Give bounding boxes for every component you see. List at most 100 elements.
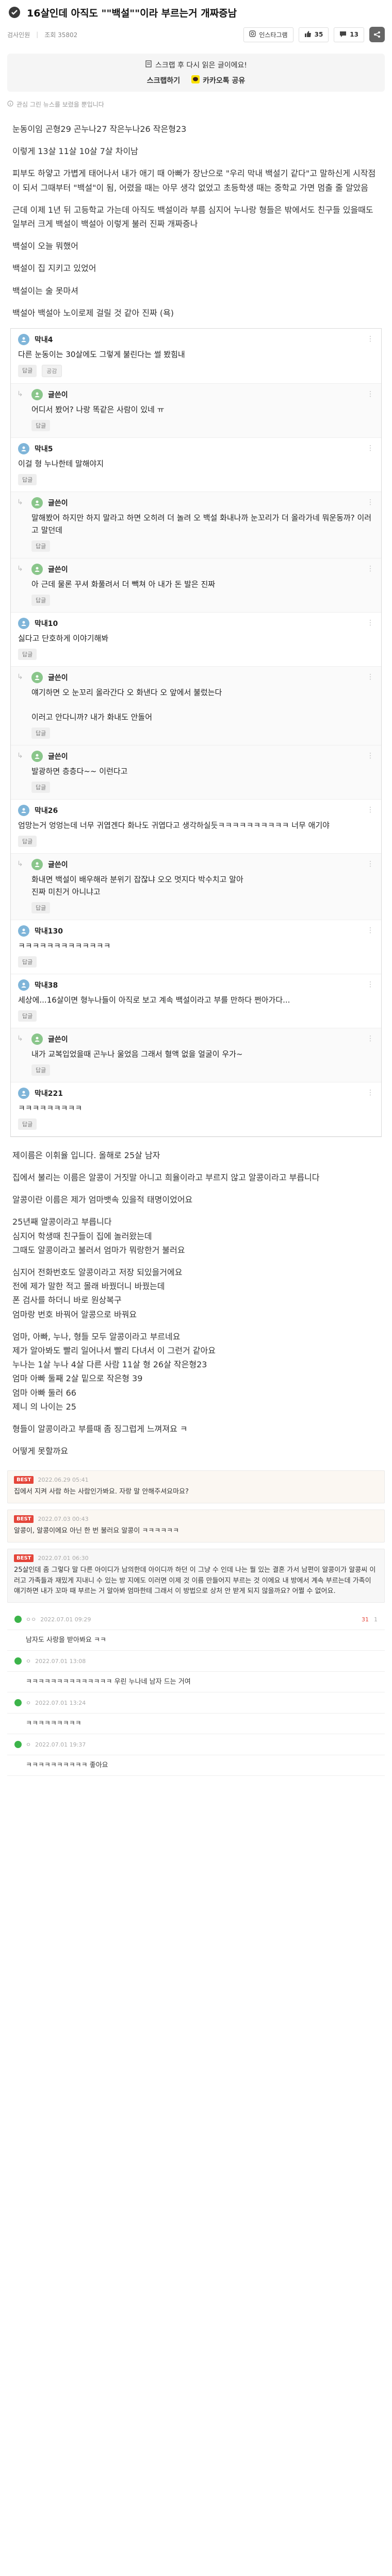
reply-button[interactable]: 답글 <box>31 419 51 431</box>
reply-dislike-count[interactable]: 1 <box>374 1616 378 1623</box>
avatar <box>18 443 29 454</box>
story-paragraph: 형들이 알콩이라고 부를때 좀 징그럽게 느껴져요 ㅋ <box>12 1423 188 1434</box>
story-paragraph: 알콩이란 이름은 제가 엄마뱃속 있을적 태명이었어요 <box>12 1195 193 1205</box>
comment-author[interactable]: 막내4 <box>35 334 53 345</box>
menu-dots-icon[interactable]: ⋮ <box>367 752 374 760</box>
best-comment-date: 2022.07.03 00:43 <box>38 1516 89 1523</box>
reply-author[interactable]: ㅇㅇ <box>26 1615 36 1623</box>
reply-button[interactable]: 답글 <box>18 364 37 377</box>
best-comments: BEST 2022.06.29 05:41 집에서 지켜 사람 하는 사람인가봐요.… <box>7 1470 385 1603</box>
story-paragraph: 25년째 알콩이라고 부릅니다 심지어 학생때 친구들이 집에 놀러왔는데 그때… <box>12 1217 185 1255</box>
comment-head: 막내221 <box>18 1087 374 1099</box>
meta-author[interactable]: 검사인원 <box>7 30 30 39</box>
comment-head: 막내26 <box>18 804 374 816</box>
reply-arrow-icon: ↳ <box>17 751 23 760</box>
best-badge: BEST <box>14 1476 34 1484</box>
reply-button[interactable]: 답글 <box>31 594 51 606</box>
intro-paragraph: 백설이 오늘 뭐했어 <box>12 241 78 251</box>
post-header: 16살인데 아직도 ""백설""이라 부르는거 개짜증남 검사인원 | 조회 3… <box>0 0 392 45</box>
comment-author[interactable]: 글쓴이 <box>48 859 68 870</box>
menu-dots-icon[interactable]: ⋮ <box>367 1035 374 1043</box>
comment-author[interactable]: 막내130 <box>35 926 63 936</box>
avatar <box>18 804 29 816</box>
reply-arrow-icon: ↳ <box>17 672 23 681</box>
avatar <box>18 925 29 937</box>
menu-dots-icon[interactable]: ⋮ <box>367 673 374 681</box>
menu-dots-icon[interactable]: ⋮ <box>367 390 374 398</box>
kakao-share-link[interactable]: 카카오톡 공유 <box>191 75 245 86</box>
menu-dots-icon[interactable]: ⋮ <box>367 335 374 343</box>
kakao-icon <box>191 75 200 86</box>
avatar <box>18 617 29 629</box>
reply-button[interactable]: 답글 <box>31 902 51 913</box>
reply-author[interactable]: ㅇ <box>26 1657 31 1665</box>
menu-dots-icon[interactable]: ⋮ <box>367 565 374 573</box>
comment-author[interactable]: 글쓴이 <box>48 389 68 400</box>
comment-author[interactable]: 글쓴이 <box>48 498 68 508</box>
comment-author[interactable]: 막내5 <box>35 444 53 454</box>
reply-body: ㅋㅋㅋㅋㅋㅋㅋㅋㅋㅋㅋㅋㅋㅋ 우린 누나네 남자 드는 거여 <box>7 1672 385 1693</box>
comment-body: ㅋㅋㅋㅋㅋㅋㅋㅋㅋㅋㅋㅋㅋ <box>18 941 111 951</box>
comment-body: 엄망는거 엉엉는데 너무 귀엽겐다 화나도 귀엽다고 생각하실듯ㅋㅋㅋㅋㅋㅋㅋㅋ… <box>18 820 330 830</box>
share-instagram-button[interactable]: 인스타그램 <box>243 27 293 42</box>
reply-button[interactable]: 답글 <box>18 956 37 968</box>
comment-author[interactable]: 막내221 <box>35 1088 63 1098</box>
menu-dots-icon[interactable]: ⋮ <box>367 980 374 989</box>
avatar <box>31 750 43 762</box>
menu-dots-icon[interactable]: ⋮ <box>367 619 374 627</box>
comment-count-button[interactable]: 13 <box>334 27 364 42</box>
best-comment-body: 집에서 지켜 사람 하는 사람인가봐요. 자랑 말 안해주셔요마요? <box>14 1488 189 1496</box>
reply-button[interactable]: 답글 <box>31 781 51 793</box>
menu-dots-icon[interactable]: ⋮ <box>367 444 374 452</box>
comment-actions: 답글 <box>18 727 374 739</box>
reply-author[interactable]: ㅇ <box>26 1699 31 1707</box>
menu-dots-icon[interactable]: ⋮ <box>367 926 374 935</box>
comment-actions: 답글 <box>18 902 374 913</box>
comment-body: 세상에...16살이면 형누나들이 아직로 보고 계속 백설이라고 부를 만하다… <box>18 995 290 1005</box>
reply-button[interactable]: 답글 <box>18 648 37 660</box>
best-comment-date: 2022.06.29 05:41 <box>38 1477 89 1484</box>
reply-button[interactable]: 답글 <box>18 1010 37 1022</box>
reply-button[interactable]: 답글 <box>18 473 37 485</box>
reply-button[interactable]: 답글 <box>18 1118 37 1130</box>
comment-author[interactable]: 글쓴이 <box>48 672 68 683</box>
best-badge: BEST <box>14 1515 34 1523</box>
reply-item: ↳ 글쓴이 ⋮ 내가 교복입었을때 곤누나 울었음 그래서 혈액 없을 얼굴이 우가~… <box>11 1028 381 1082</box>
reply-button[interactable]: 답글 <box>31 727 51 739</box>
reply-item: ↳ 글쓴이 ⋮ 어디서 봤어? 나랑 똑같은 사람이 있네 ㅠ 답글 <box>11 383 381 438</box>
story-paragraph: 심지어 전화번호도 알콩이라고 저장 되있을거에요 전에 제가 말한 적고 몰래… <box>12 1267 183 1319</box>
avatar <box>31 1033 43 1045</box>
comment-author[interactable]: 글쓴이 <box>48 564 68 574</box>
reply-button[interactable]: 답글 <box>31 540 51 552</box>
comment-author[interactable]: 글쓴이 <box>48 1034 68 1044</box>
avatar <box>18 979 29 991</box>
best-badge: BEST <box>14 1554 34 1562</box>
menu-dots-icon[interactable]: ⋮ <box>367 498 374 506</box>
share-icon-button[interactable] <box>369 27 385 42</box>
avatar <box>31 563 43 575</box>
reply-item: ↳ 글쓴이 ⋮ 화내면 백설이 배우해라 분위기 잡잖냐 오오 멋지다 박수치고 알아… <box>11 853 381 920</box>
reply-row: ㅇ 2022.07.01 13:08 <box>7 1651 385 1672</box>
reply-button[interactable]: 답글 <box>31 1064 51 1076</box>
reply-like-count[interactable]: 31 <box>362 1616 369 1623</box>
comment-actions: 답글 <box>18 1118 374 1130</box>
reply-author[interactable]: ㅇ <box>26 1740 31 1749</box>
reply-date: 2022.07.01 13:24 <box>35 1699 86 1706</box>
comment-author[interactable]: 막내10 <box>35 618 58 629</box>
menu-dots-icon[interactable]: ⋮ <box>367 860 374 868</box>
avatar <box>31 671 43 683</box>
like-button[interactable]: 35 <box>298 27 329 42</box>
menu-dots-icon[interactable]: ⋮ <box>367 1089 374 1097</box>
reply-button[interactable]: 답글 <box>18 835 37 847</box>
like-comment-button[interactable]: 공감 <box>42 364 62 377</box>
comment-author[interactable]: 글쓴이 <box>48 751 68 761</box>
comment-author[interactable]: 막내38 <box>35 980 58 990</box>
best-comment-date: 2022.07.01 06:30 <box>38 1554 89 1562</box>
menu-dots-icon[interactable]: ⋮ <box>367 806 374 814</box>
scrap-icon <box>145 60 152 70</box>
comment-author[interactable]: 막내26 <box>35 805 58 816</box>
comment-actions: 답글 <box>18 594 374 606</box>
scrap-link[interactable]: 스크랩하기 <box>147 75 180 86</box>
reply-arrow-icon: ↳ <box>17 564 23 573</box>
comment-body: 발광하면 층층다~~ 이런다고 <box>31 766 128 776</box>
